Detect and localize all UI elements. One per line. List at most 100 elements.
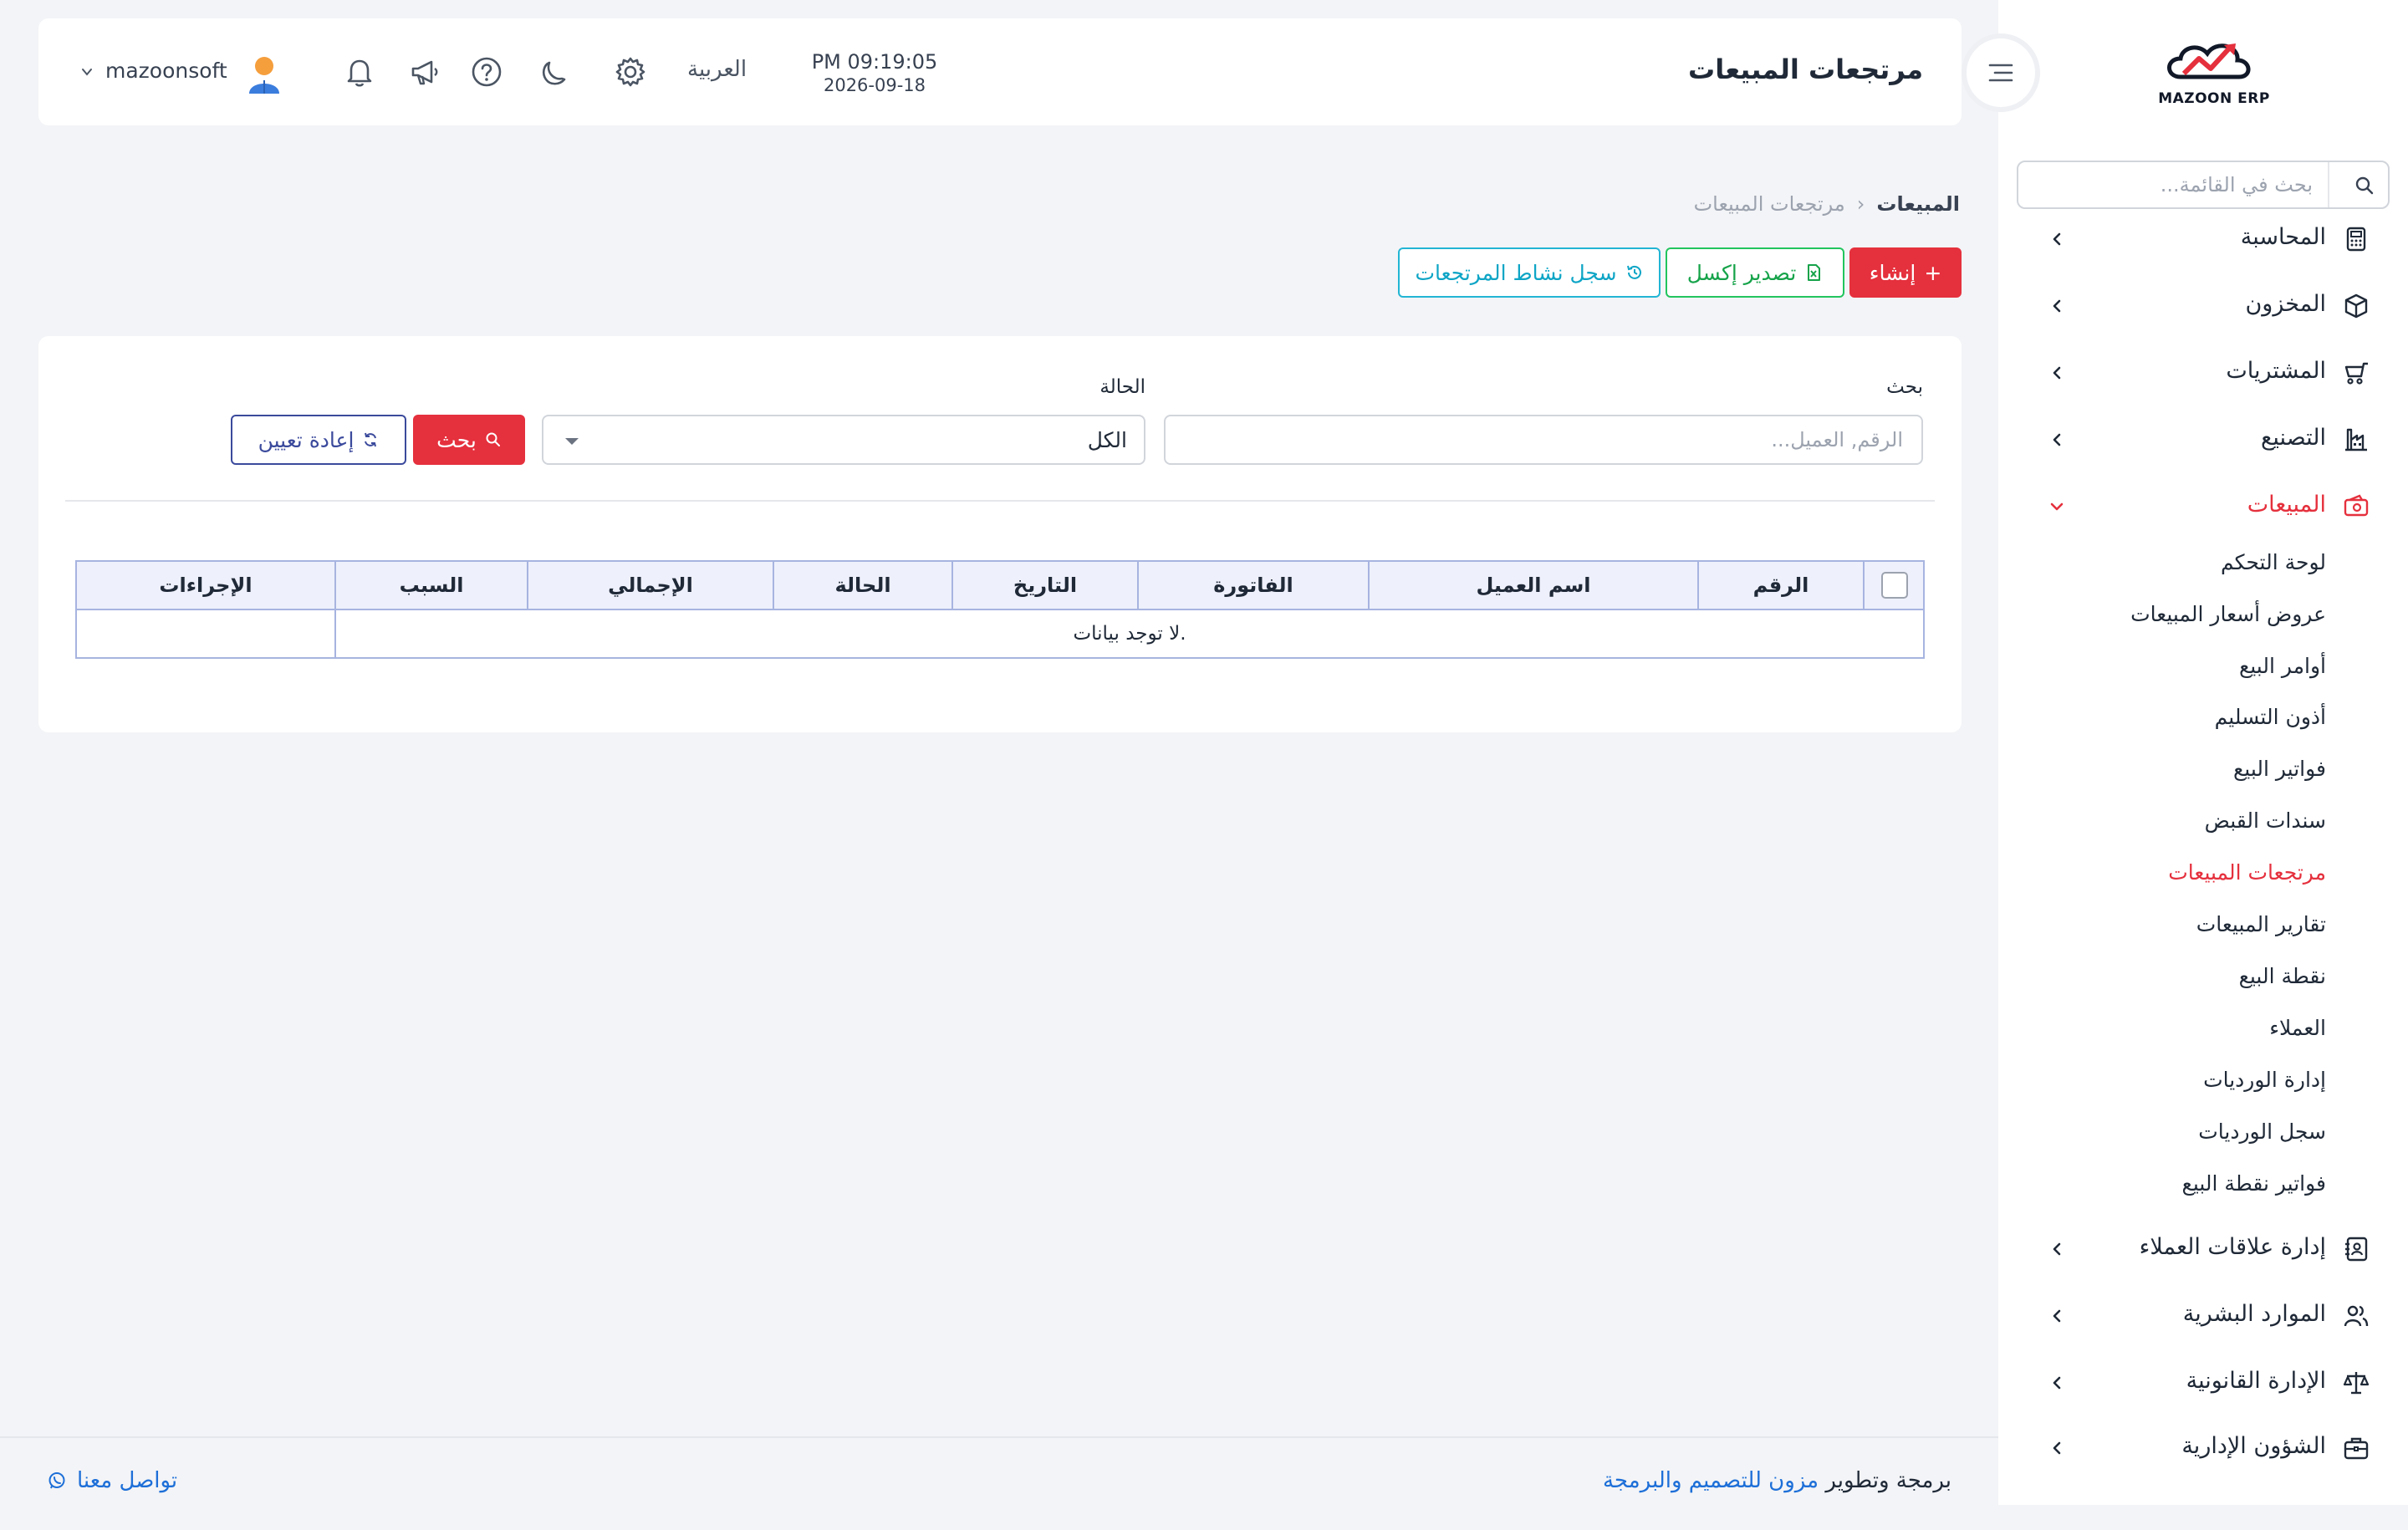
sidebar-subitem-pos[interactable]: نقطة البيع — [2239, 964, 2326, 988]
sidebar-item-label: التصنيع — [2261, 425, 2326, 451]
calculator-icon — [2343, 226, 2370, 252]
sidebar-item-label: إدارة علاقات العملاء — [2139, 1234, 2326, 1260]
export-excel-label: تصدير إكسل — [1686, 260, 1797, 285]
column-header-invoice[interactable]: الفاتورة — [1137, 562, 1368, 609]
avatar[interactable] — [242, 52, 286, 95]
help-icon[interactable] — [468, 54, 505, 90]
search-field — [1164, 415, 1923, 465]
chevron-left-icon — [2048, 1241, 2065, 1257]
reset-button-label: إعادة تعيين — [258, 427, 355, 452]
username[interactable]: mazoonsoft — [105, 59, 227, 83]
search-button[interactable]: بحث — [413, 415, 525, 465]
menu-toggle-button[interactable] — [1962, 33, 2040, 112]
sidebar-item-admin-affairs[interactable]: الشؤون الإدارية — [1998, 1421, 2408, 1475]
sidebar-item-label: المحاسبة — [2240, 224, 2326, 250]
cart-icon — [2343, 360, 2370, 386]
briefcase-icon — [2343, 1435, 2370, 1461]
sidebar-subitem-dashboard[interactable]: لوحة التحكم — [2221, 550, 2326, 574]
column-header-total[interactable]: الإجمالي — [527, 562, 773, 609]
chevron-down-icon — [2048, 498, 2065, 515]
caret-down-icon — [564, 436, 580, 446]
column-header-actions: الإجراءات — [159, 574, 253, 597]
sidebar-item-purchases[interactable]: المشتريات — [1998, 346, 2408, 400]
clock-date: 2026-09-18 — [823, 75, 926, 95]
sidebar-item-label: المشتريات — [2226, 358, 2326, 384]
megaphone-icon[interactable] — [406, 54, 443, 90]
sidebar-subitem-sales-orders[interactable]: أوامر البيع — [2239, 654, 2326, 678]
sidebar-item-label: المخزون — [2245, 291, 2326, 317]
breadcrumb: المبيعات ‹ مرتجعات المبيعات — [1694, 192, 1960, 216]
sidebar-subitem-sales-returns[interactable]: مرتجعات المبيعات — [2168, 860, 2326, 885]
filter-card: بحث الحالة الكل بحث إعادة تعيين الرقم اس… — [38, 336, 1962, 732]
language-switcher[interactable]: العربية — [687, 57, 747, 82]
select-all-cell — [1863, 562, 1923, 609]
whatsapp-icon — [47, 1471, 67, 1491]
brand-logo[interactable]: MAZOON ERP — [2147, 33, 2281, 117]
select-all-checkbox[interactable] — [1881, 572, 1908, 599]
chevron-left-icon — [2048, 431, 2065, 448]
menu-icon — [1988, 64, 2013, 82]
contact-link[interactable]: تواصل معنا — [47, 1468, 177, 1493]
reset-button[interactable]: إعادة تعيين — [231, 415, 406, 465]
create-button[interactable]: + إنشاء — [1849, 247, 1962, 298]
plus-icon: + — [1924, 260, 1942, 285]
activity-log-label: سجل نشاط المرتجعات — [1415, 260, 1617, 285]
footer-divider — [0, 1436, 1998, 1438]
column-header-reason[interactable]: السبب — [334, 562, 527, 609]
sidebar-item-label: الموارد البشرية — [2182, 1301, 2326, 1327]
column-header-customer[interactable]: اسم العميل — [1368, 562, 1697, 609]
sidebar-item-sales[interactable]: المبيعات — [1998, 480, 2408, 533]
sidebar-item-label: المبيعات — [2247, 492, 2326, 518]
sidebar-subitem-receipts[interactable]: سندات القبض — [2205, 808, 2326, 833]
top-header: مرتجعات المبيعات PM 09:19:05 2026-09-18 … — [38, 18, 1962, 125]
sidebar-item-legal[interactable]: الإدارة القانونية — [1998, 1356, 2408, 1410]
search-label: بحث — [1886, 376, 1923, 398]
footer-credit-link[interactable]: مزون للتصميم والبرمجة — [1603, 1468, 1819, 1493]
footer-credit: برمجة وتطوير مزون للتصميم والبرمجة — [1603, 1468, 1951, 1493]
sidebar-search — [2017, 161, 2390, 209]
sidebar-item-label: الإدارة القانونية — [2186, 1368, 2326, 1394]
status-select[interactable]: الكل — [542, 415, 1145, 465]
wallet-icon — [2343, 493, 2370, 520]
sidebar-item-accounting[interactable]: المحاسبة — [1998, 212, 2408, 266]
search-button-label: بحث — [436, 427, 477, 452]
sidebar: MAZOON ERP المحاسبة المخزون المشتريات — [1998, 0, 2408, 1505]
empty-state: لا توجد بيانات. — [334, 610, 1923, 657]
sidebar-subitem-shift-management[interactable]: إدارة الورديات — [2203, 1068, 2326, 1092]
sidebar-subitem-sales-reports[interactable]: تقارير المبيعات — [2196, 912, 2326, 936]
sidebar-subitem-delivery-notes[interactable]: أذون التسليم — [2215, 705, 2326, 729]
column-header-number[interactable]: الرقم — [1697, 562, 1863, 609]
sidebar-subitem-shift-log[interactable]: سجل الورديات — [2198, 1119, 2326, 1144]
create-button-label: إنشاء — [1869, 260, 1916, 285]
box-icon — [2343, 293, 2370, 319]
status-select-value: الكل — [1087, 428, 1127, 452]
sidebar-subitem-quotations[interactable]: عروض أسعار المبيعات — [2130, 602, 2326, 626]
export-excel-button[interactable]: تصدير إكسل — [1666, 247, 1844, 298]
gear-icon[interactable] — [612, 54, 649, 90]
sidebar-item-manufacturing[interactable]: التصنيع — [1998, 413, 2408, 467]
sidebar-item-crm[interactable]: إدارة علاقات العملاء — [1998, 1222, 2408, 1276]
search-icon — [485, 431, 502, 448]
sidebar-subitem-customers[interactable]: العملاء — [2269, 1016, 2326, 1040]
excel-file-icon — [1804, 263, 1823, 282]
table-body: لا توجد بيانات. — [77, 610, 1923, 657]
chevron-down-icon[interactable] — [80, 65, 94, 79]
moon-icon[interactable] — [537, 54, 574, 90]
column-header-status[interactable]: الحالة — [773, 562, 951, 609]
bell-icon[interactable] — [341, 54, 378, 90]
scale-icon — [2343, 1369, 2370, 1396]
sidebar-subitem-sales-invoices[interactable]: فواتير البيع — [2233, 757, 2326, 781]
table-header: الرقم اسم العميل الفاتورة التاريخ الحالة… — [77, 562, 1923, 610]
sidebar-item-hr[interactable]: الموارد البشرية — [1998, 1289, 2408, 1343]
page-title: مرتجعات المبيعات — [1688, 54, 1923, 85]
search-input[interactable] — [1166, 416, 1921, 463]
factory-icon — [2343, 426, 2370, 453]
activity-log-button[interactable]: سجل نشاط المرتجعات — [1398, 247, 1661, 298]
sidebar-search-input[interactable] — [2038, 167, 2314, 202]
users-icon — [2343, 1303, 2370, 1329]
chevron-left-icon — [2048, 298, 2065, 314]
breadcrumb-root[interactable]: المبيعات — [1876, 192, 1960, 216]
column-header-date[interactable]: التاريخ — [951, 562, 1137, 609]
sidebar-subitem-pos-invoices[interactable]: فواتير نقطة البيع — [2182, 1171, 2326, 1196]
sidebar-item-inventory[interactable]: المخزون — [1998, 279, 2408, 333]
